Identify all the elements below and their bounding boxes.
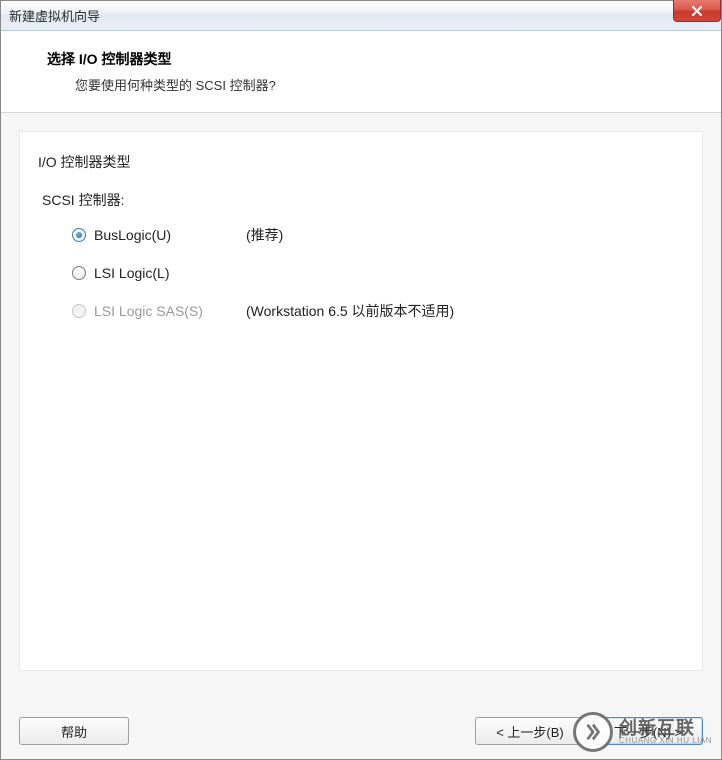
wizard-footer: 帮助 < 上一步(B) 下一步(N) > bbox=[1, 703, 721, 759]
radio-label: LSI Logic(L) bbox=[94, 265, 224, 281]
help-button[interactable]: 帮助 bbox=[19, 717, 129, 745]
content-area: I/O 控制器类型 SCSI 控制器: BusLogic(U) (推荐) LSI… bbox=[1, 113, 721, 703]
window-title: 新建虚拟机向导 bbox=[9, 6, 100, 25]
radio-option-buslogic[interactable]: BusLogic(U) (推荐) bbox=[72, 224, 684, 246]
close-button[interactable] bbox=[673, 0, 721, 22]
options-panel: I/O 控制器类型 SCSI 控制器: BusLogic(U) (推荐) LSI… bbox=[19, 131, 703, 671]
next-button[interactable]: 下一步(N) > bbox=[593, 717, 703, 745]
section-label: I/O 控制器类型 bbox=[38, 152, 684, 172]
radio-note: (推荐) bbox=[246, 225, 283, 245]
group-label: SCSI 控制器: bbox=[42, 190, 684, 210]
radio-label: LSI Logic SAS(S) bbox=[94, 303, 224, 319]
wizard-header: 选择 I/O 控制器类型 您要使用何种类型的 SCSI 控制器? bbox=[1, 31, 721, 113]
radio-icon bbox=[72, 228, 86, 242]
close-icon bbox=[691, 5, 703, 17]
radio-option-lsilogicsas: LSI Logic SAS(S) (Workstation 6.5 以前版本不适… bbox=[72, 300, 684, 322]
radio-icon bbox=[72, 304, 86, 318]
radio-icon bbox=[72, 266, 86, 280]
wizard-window: 新建虚拟机向导 选择 I/O 控制器类型 您要使用何种类型的 SCSI 控制器?… bbox=[0, 0, 722, 760]
titlebar: 新建虚拟机向导 bbox=[1, 1, 721, 31]
back-button[interactable]: < 上一步(B) bbox=[475, 717, 585, 745]
radio-note: (Workstation 6.5 以前版本不适用) bbox=[246, 301, 454, 321]
page-subtitle: 您要使用何种类型的 SCSI 控制器? bbox=[47, 75, 701, 94]
radio-option-lsilogic[interactable]: LSI Logic(L) bbox=[72, 262, 684, 284]
radio-label: BusLogic(U) bbox=[94, 227, 224, 243]
page-title: 选择 I/O 控制器类型 bbox=[47, 49, 701, 69]
